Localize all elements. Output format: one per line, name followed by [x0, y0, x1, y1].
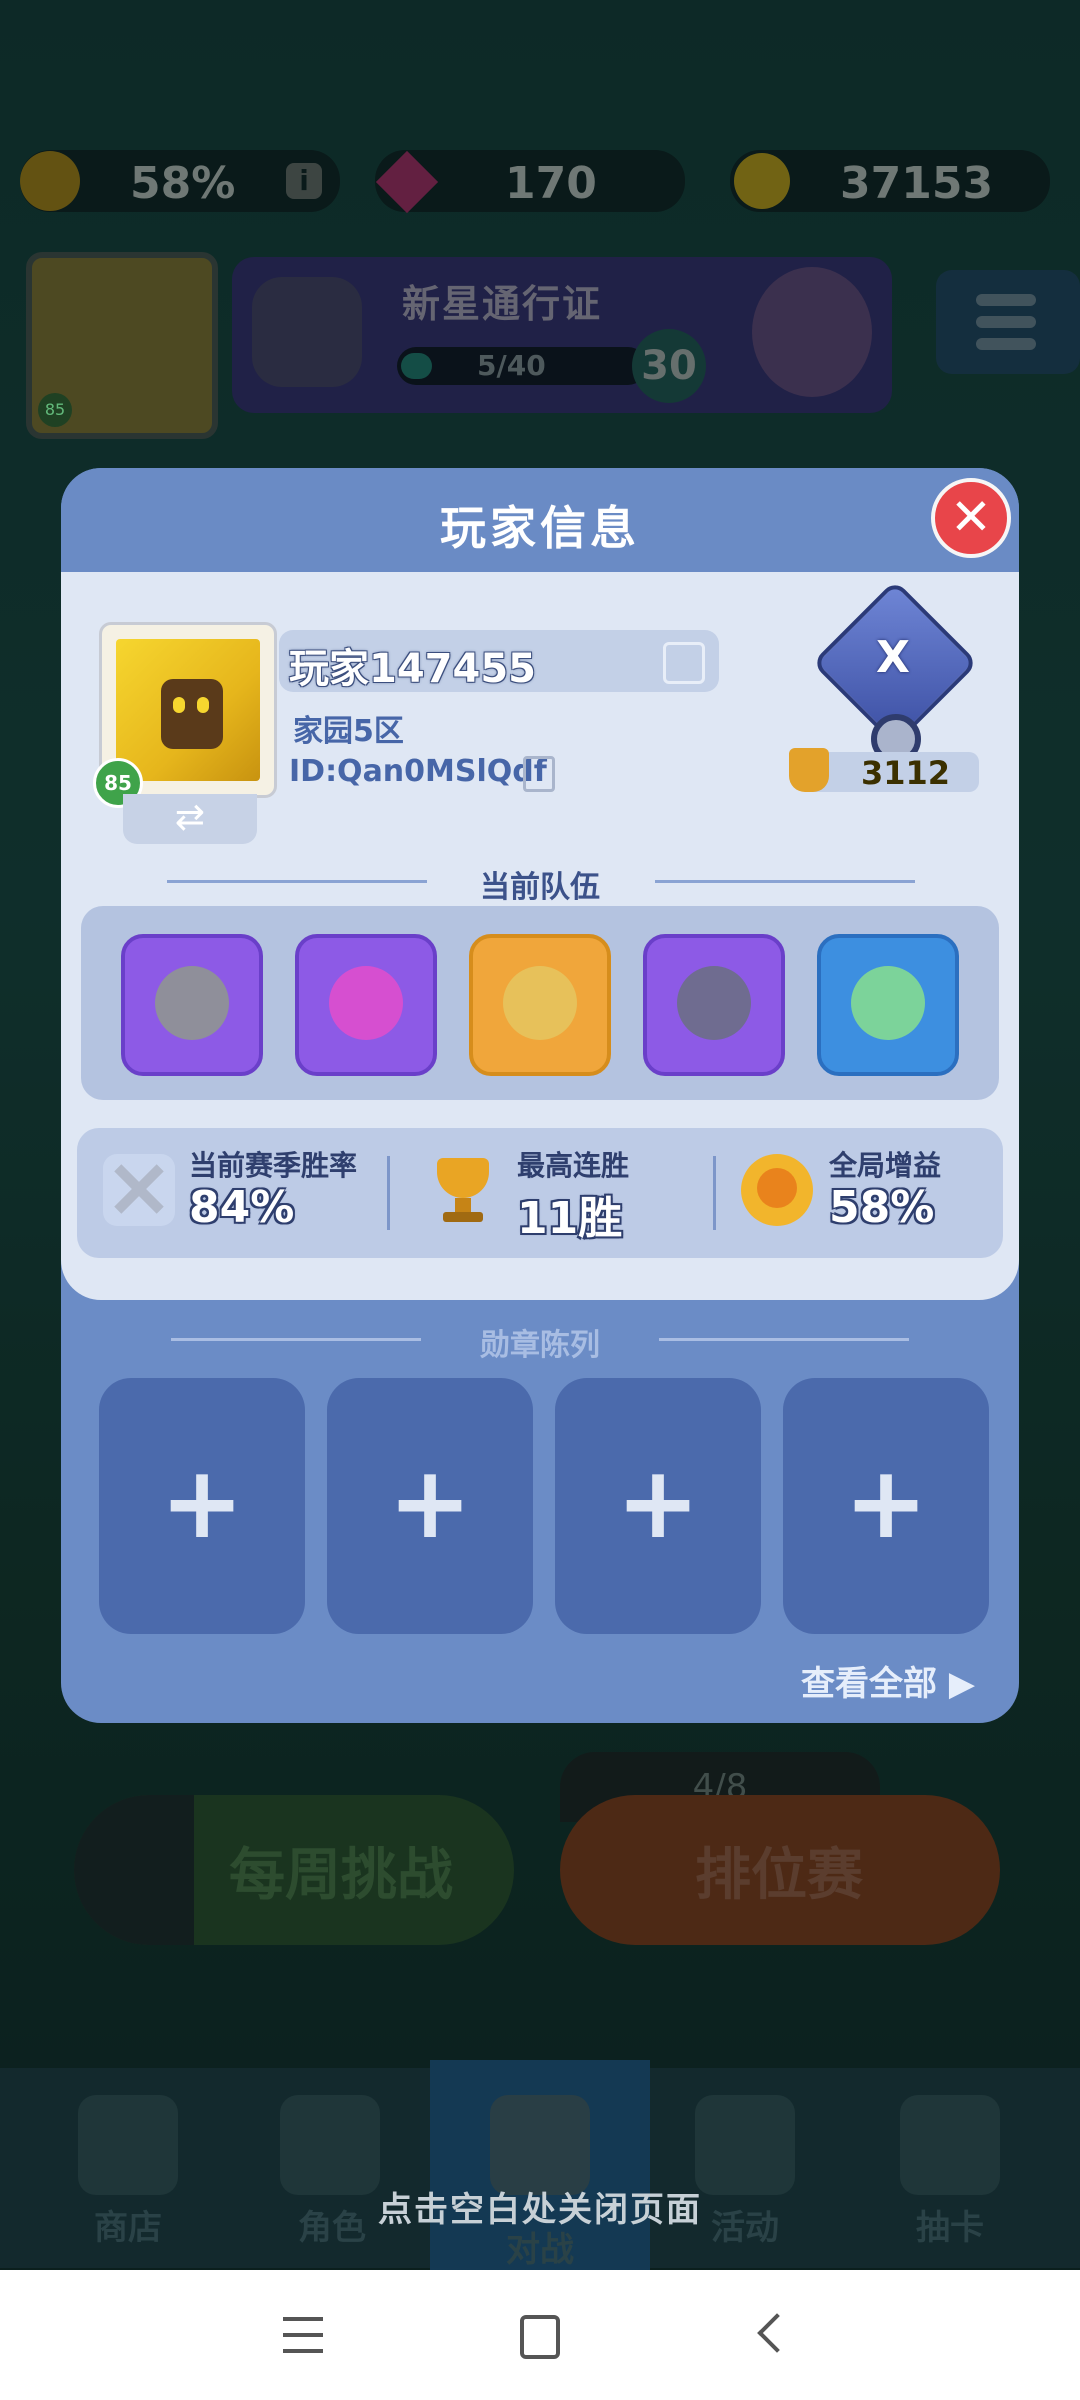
hero-portrait [155, 966, 229, 1040]
medal-section-title: 勋章陈列 [480, 1328, 600, 1363]
swap-arrows-icon: ⇄ [174, 797, 206, 838]
home-button[interactable] [510, 2305, 570, 2365]
player-name-bar: 玩家147455 [279, 630, 719, 692]
player-name: 玩家147455 [289, 646, 536, 692]
pink-brute-hero-icon[interactable] [295, 934, 437, 1076]
copy-id-icon[interactable] [523, 756, 555, 792]
edit-name-icon[interactable] [663, 642, 705, 684]
stats-panel: 当前赛季胜率 84% 最高连胜 11胜 全局增益 58% [77, 1128, 1003, 1258]
global-boost-label: 全局增益 [829, 1149, 942, 1182]
close-hint-text: 点击空白处关闭页面 [378, 2190, 702, 2230]
view-all-label: 查看全部 [801, 1664, 937, 1704]
modal-title: 玩家信息 [440, 501, 640, 555]
trophy-cup [437, 1158, 489, 1198]
modal-body: 85 ⇄ 玩家147455 家园5区 ID:Qan0MSlQdf X 3112 … [61, 572, 1019, 1300]
menu-icon[interactable] [275, 2305, 335, 2365]
hero-portrait [503, 966, 577, 1040]
trophy-icon [427, 1154, 499, 1226]
team-section-title: 当前队伍 [480, 870, 600, 905]
crossed-swords-icon [103, 1154, 175, 1226]
win-rate-label: 当前赛季胜率 [189, 1149, 358, 1182]
divider-line [655, 880, 915, 883]
eye [173, 697, 185, 713]
trophy-stem [455, 1198, 471, 1212]
player-id: ID:Qan0MSlQdf [289, 754, 547, 789]
hero-portrait [677, 966, 751, 1040]
modal-header: 玩家信息 ✕ [61, 468, 1019, 572]
system-nav-bar [0, 2270, 1080, 2400]
win-streak-label: 最高连胜 [517, 1149, 630, 1182]
boost-icon [741, 1154, 813, 1226]
team-panel [81, 906, 999, 1100]
home-icon [520, 2315, 560, 2359]
hero-portrait [851, 966, 925, 1040]
back-button[interactable] [745, 2305, 805, 2365]
swap-avatar-button[interactable]: ⇄ [123, 794, 257, 844]
global-boost-value: 58% [829, 1182, 935, 1233]
medal-slot[interactable]: + [99, 1378, 305, 1634]
dark-knight-hero-icon[interactable] [643, 934, 785, 1076]
menu-line [283, 2317, 323, 2321]
trophy-icon [789, 748, 829, 792]
boost-core [757, 1168, 797, 1208]
divider-line [659, 1338, 909, 1341]
character-face-icon [161, 679, 223, 749]
medal-slot[interactable]: + [555, 1378, 761, 1634]
medal-slot[interactable]: + [327, 1378, 533, 1634]
green-fairy-hero-icon[interactable] [817, 934, 959, 1076]
stat-divider [713, 1156, 716, 1230]
win-streak-value: 11胜 [517, 1193, 623, 1244]
medal-slot[interactable]: + [783, 1378, 989, 1634]
stat-divider [387, 1156, 390, 1230]
trophy-base [443, 1212, 483, 1222]
player-info-modal: 玩家信息 ✕ 85 ⇄ 玩家147455 家园5区 ID:Qan0MSlQdf … [61, 468, 1019, 1723]
close-icon: ✕ [950, 488, 992, 546]
view-all-link[interactable]: 查看全部 ▶ [801, 1656, 975, 1705]
triangle-right-icon: ▶ [948, 1664, 975, 1704]
player-server: 家园5区 [293, 714, 404, 749]
profile-image [116, 639, 260, 781]
rank-letter: X [876, 632, 910, 683]
trophy-count: 3112 [861, 754, 951, 792]
blonde-warrior-hero-icon[interactable] [469, 934, 611, 1076]
eye [197, 697, 209, 713]
menu-line [283, 2333, 323, 2337]
close-button[interactable]: ✕ [931, 478, 1011, 558]
win-rate-value: 84% [189, 1182, 295, 1233]
hero-portrait [329, 966, 403, 1040]
knight-hero-icon[interactable] [121, 934, 263, 1076]
menu-line [283, 2349, 323, 2353]
trophy-count-bar: 3112 [789, 748, 979, 792]
back-chevron-icon [757, 2313, 797, 2353]
